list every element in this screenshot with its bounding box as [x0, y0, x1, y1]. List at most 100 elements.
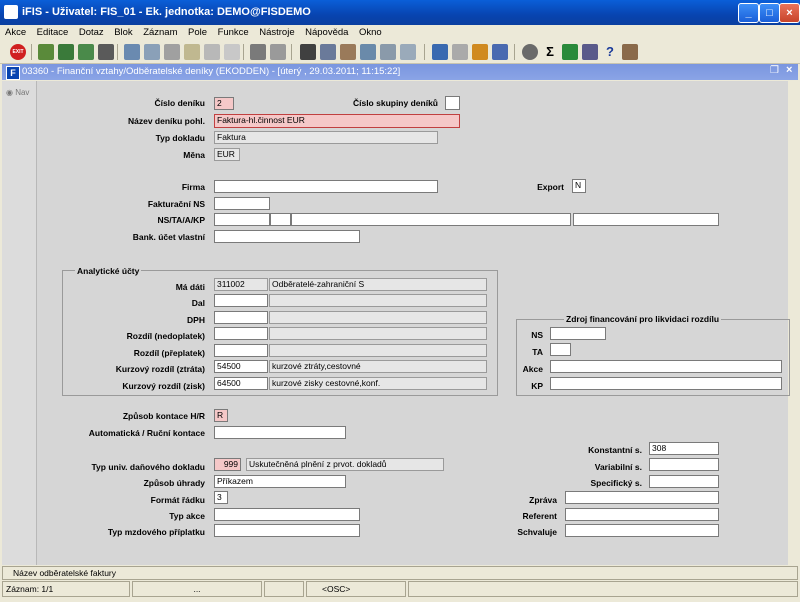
new-record-icon[interactable] [38, 44, 54, 60]
format-radku-field[interactable]: 3 [214, 491, 228, 504]
zdroj-ta-field[interactable] [550, 343, 571, 356]
cislo-skupiny-label: Číslo skupiny deníků [352, 98, 438, 108]
export-field[interactable]: N [572, 179, 586, 193]
toolbar-separator [117, 44, 118, 60]
execute-query-icon[interactable] [144, 44, 160, 60]
paste-icon[interactable] [340, 44, 356, 60]
kurz-ztrata-code[interactable]: 54500 [214, 360, 268, 373]
filter-icon[interactable] [224, 44, 240, 60]
rozdil-nedoplatek-label: Rozdíl (nedoplatek) [126, 331, 205, 341]
menu-zaznam[interactable]: Záznam [138, 25, 180, 38]
ta-field[interactable] [270, 213, 291, 226]
settings-icon[interactable] [472, 44, 488, 60]
kurz-ztrata-desc: kurzové ztráty,cestovné [269, 360, 487, 373]
variabilni-field[interactable] [649, 458, 719, 471]
form-window-titlebar: F 03360 - Finanční vztahy/Odběratelské d… [2, 64, 798, 80]
maximize-button[interactable]: □ [759, 3, 780, 23]
print-icon[interactable] [250, 44, 266, 60]
dal-code[interactable] [214, 294, 268, 307]
menu-dotaz[interactable]: Dotaz [74, 25, 107, 38]
zdroj-kp-field[interactable] [550, 377, 782, 390]
menu-napoveda[interactable]: Nápověda [300, 25, 351, 38]
sort-icon[interactable] [184, 44, 200, 60]
triangle-icon[interactable] [492, 44, 508, 60]
zdroj-ns-field[interactable] [550, 327, 606, 340]
list-icon[interactable] [380, 44, 396, 60]
help-icon[interactable]: ? [602, 44, 618, 60]
clock-icon[interactable] [522, 44, 538, 60]
sort-desc-icon[interactable] [204, 44, 220, 60]
menu-nastroje[interactable]: Nástroje [254, 25, 297, 38]
close-form-icon[interactable]: × [786, 64, 792, 76]
typ-mzdoveho-field[interactable] [214, 524, 360, 537]
cut-icon[interactable] [300, 44, 316, 60]
edit-icon[interactable] [400, 44, 416, 60]
ma-dati-code[interactable]: 311002 [214, 278, 268, 291]
nav-item[interactable]: ◉ Nav [6, 88, 29, 97]
zpusob-kontace-field[interactable]: R [214, 409, 228, 422]
document-icon[interactable] [452, 44, 468, 60]
zprava-field[interactable] [565, 491, 719, 504]
menu-blok[interactable]: Blok [109, 25, 135, 38]
copy-record-icon[interactable] [78, 44, 94, 60]
typ-univ-code[interactable]: 999 [214, 458, 241, 471]
firma-field[interactable] [214, 180, 438, 193]
menu-okno[interactable]: Okno [354, 25, 385, 38]
excel-icon[interactable] [562, 44, 578, 60]
copy-icon[interactable] [320, 44, 336, 60]
minimize-button[interactable]: _ [738, 3, 759, 23]
status-mid: ... [132, 581, 262, 597]
bank-ucet-field[interactable] [214, 230, 360, 243]
dph-code[interactable] [214, 311, 268, 324]
menu-editace[interactable]: Editace [32, 25, 72, 38]
menu-bar: Akce Editace Dotaz Blok Záznam Pole Funk… [0, 25, 800, 41]
akce-field[interactable] [291, 213, 571, 226]
kp-field[interactable] [573, 213, 719, 226]
typ-akce-field[interactable] [214, 508, 360, 521]
cancel-query-icon[interactable] [164, 44, 180, 60]
menu-pole[interactable]: Pole [183, 25, 210, 38]
zdroj-ns-label: NS [531, 330, 543, 340]
print-preview-icon[interactable] [270, 44, 286, 60]
first-record-icon[interactable] [432, 44, 448, 60]
konstantni-field[interactable]: 308 [649, 442, 719, 455]
delete-record-icon[interactable] [98, 44, 114, 60]
info-icon[interactable] [622, 44, 638, 60]
fakturacni-ns-label: Fakturační NS [147, 199, 205, 209]
save-icon[interactable] [58, 44, 74, 60]
rozdil-nedoplatek-code[interactable] [214, 327, 268, 340]
ma-dati-label: Má dáti [175, 282, 205, 292]
variabilni-label: Variabilní s. [594, 462, 642, 472]
kurz-zisk-code[interactable]: 64500 [214, 377, 268, 390]
ns-field[interactable] [214, 213, 270, 226]
find-icon[interactable] [360, 44, 376, 60]
auto-rucni-field[interactable] [214, 426, 346, 439]
menu-funkce[interactable]: Funkce [213, 25, 252, 38]
referent-field[interactable] [565, 508, 719, 521]
typ-dokladu-field[interactable]: Faktura [214, 131, 438, 144]
zdroj-akce-field[interactable] [550, 360, 782, 373]
restore-icon[interactable]: ❐ [770, 65, 779, 76]
schvaluje-field[interactable] [565, 524, 719, 537]
title-bar: iFIS - Uživatel: FIS_01 - Ek. jednotka: … [0, 0, 800, 25]
firma-label: Firma [181, 182, 205, 192]
table-icon[interactable] [582, 44, 598, 60]
mena-field[interactable]: EUR [214, 148, 240, 161]
cislo-deniku-field[interactable]: 2 [214, 97, 234, 110]
zpusob-uhrady-label: Způsob úhrady [143, 478, 205, 488]
close-button[interactable]: × [779, 3, 800, 23]
cislo-skupiny-field[interactable] [445, 96, 460, 110]
exit-icon[interactable]: EXIT [10, 44, 26, 60]
fakturacni-ns-field[interactable] [214, 197, 270, 210]
status-record: Záznam: 1/1 [2, 581, 130, 597]
zpusob-uhrady-field[interactable]: Příkazem [214, 475, 346, 488]
menu-akce[interactable]: Akce [0, 25, 29, 38]
specificky-field[interactable] [649, 475, 719, 488]
rozdil-preplatek-code[interactable] [214, 344, 268, 357]
ma-dati-desc: Odběratelé-zahraniční S [269, 278, 487, 291]
query-icon[interactable] [124, 44, 140, 60]
sum-icon[interactable]: Σ [542, 44, 558, 60]
nazev-deniku-field[interactable]: Faktura-hl.činnost EUR [214, 114, 460, 128]
rozdil-preplatek-label: Rozdíl (přeplatek) [133, 348, 205, 358]
referent-label: Referent [522, 511, 557, 521]
